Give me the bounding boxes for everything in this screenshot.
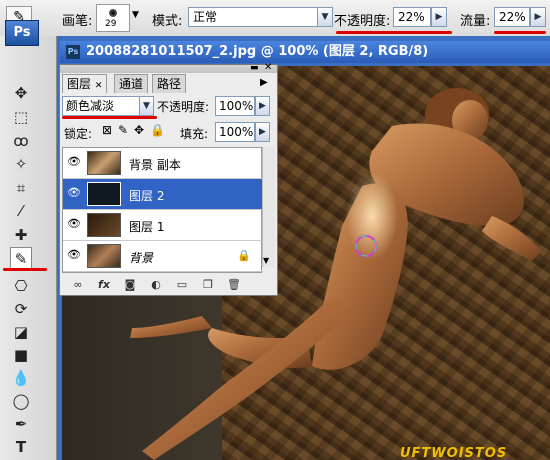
eraser-tool-icon[interactable]: ◪ [10, 321, 32, 343]
opacity-slider-button[interactable]: ▶ [431, 7, 447, 27]
ps-document-icon: Ps [66, 45, 80, 59]
brush-label: 画笔: [62, 14, 93, 29]
mode-dropdown-icon[interactable]: ▼ [317, 7, 333, 27]
layer-name: 图层 2 [129, 189, 165, 203]
gradient-tool-icon[interactable]: ■ [10, 344, 32, 366]
layer-row[interactable]: 👁 背景 副本 [63, 148, 263, 179]
options-bar: ✎ 画笔: 29 ▼ 模式: 正常 ▼ 不透明度: 22% ▶ 流量: 22% … [0, 0, 550, 37]
tab-layers-label: 图层 [67, 77, 92, 91]
layer-name: 背景 副本 [129, 158, 181, 172]
blend-mode-select[interactable]: 颜色减淡 [62, 96, 140, 116]
layer-thumbnail [87, 244, 121, 268]
link-layers-icon[interactable]: ∞ [70, 277, 86, 293]
layer-list: 👁 背景 副本 👁 图层 2 👁 图层 1 👁 背景 🔒 [62, 147, 263, 273]
magic-wand-tool-icon[interactable]: ✧ [10, 153, 32, 175]
layer-opacity-label: 不透明度: [157, 100, 210, 114]
blur-tool-icon[interactable]: 💧 [10, 367, 32, 389]
lock-position-icon[interactable]: ✥ [134, 123, 144, 137]
layer-opacity-value: 100% [219, 99, 254, 113]
brush-dot-icon [109, 9, 117, 17]
brush-tool-icon[interactable]: ✎ [10, 247, 32, 269]
flow-slider-button[interactable]: ▶ [530, 7, 546, 27]
brush-tool-highlight [3, 268, 47, 271]
blend-mode-highlight [62, 116, 157, 119]
eye-icon[interactable]: 👁 [67, 218, 81, 230]
fill-label: 填充: [180, 127, 209, 141]
move-tool-icon[interactable]: ✥ [10, 82, 32, 104]
eyedropper-tool-icon[interactable]: ⁄ [10, 200, 32, 222]
panel-close-icon[interactable]: ✕ [264, 62, 272, 73]
blend-mode-value: 颜色减淡 [66, 99, 115, 113]
eye-icon[interactable]: 👁 [67, 249, 81, 261]
blend-mode-dropdown-icon[interactable]: ▼ [139, 96, 154, 116]
flow-input[interactable]: 22% [494, 7, 530, 27]
mode-label: 模式: [152, 14, 183, 29]
opacity-label: 不透明度: [334, 14, 391, 29]
layer-row[interactable]: 👁 图层 1 [63, 210, 263, 241]
layer-style-icon[interactable]: fx [96, 277, 112, 293]
lasso-tool-icon[interactable]: ꝏ [10, 130, 32, 152]
tab-channels-label: 通道 [119, 77, 144, 91]
mode-value: 正常 [193, 10, 218, 24]
layer-thumbnail [87, 213, 121, 237]
new-layer-icon[interactable]: ❐ [200, 277, 216, 293]
mode-select[interactable]: 正常 [188, 7, 318, 27]
fill-value: 100% [219, 125, 254, 139]
brush-picker[interactable]: 29 [96, 4, 130, 32]
tab-paths-label: 路径 [157, 77, 182, 91]
layer-mask-icon[interactable]: ◙ [122, 277, 138, 293]
eye-icon[interactable]: 👁 [67, 156, 81, 168]
layers-panel: ▬ ✕ 图层 ✕ 通道 路径 ▶ 颜色减淡 ▼ 不透明度: 100% ▶ 锁定:… [59, 62, 278, 296]
layer-name: 图层 1 [129, 220, 165, 234]
delete-layer-icon[interactable]: 🗑 [226, 277, 242, 293]
lock-label: 锁定: [64, 127, 93, 141]
flow-highlight [494, 31, 546, 34]
layer-opacity-input[interactable]: 100% [215, 96, 255, 116]
scroll-down-icon[interactable]: ▼ [263, 256, 269, 265]
tab-channels[interactable]: 通道 [114, 74, 149, 93]
lock-image-icon[interactable]: ✎ [118, 123, 128, 137]
layer-thumbnail [87, 182, 121, 206]
layer-thumbnail [87, 151, 121, 175]
layer-name: 背景 [129, 251, 154, 265]
watermark: UFTWOISTOS [400, 446, 508, 460]
clone-stamp-tool-icon[interactable]: ⎔ [10, 275, 32, 297]
layer-opacity-slider-button[interactable]: ▶ [255, 96, 270, 116]
layer-row[interactable]: 👁 图层 2 [63, 179, 263, 210]
panel-header[interactable] [60, 65, 277, 73]
opacity-value: 22% [398, 10, 425, 24]
adjustment-layer-icon[interactable]: ◐ [148, 277, 164, 293]
opacity-input[interactable]: 22% [393, 7, 431, 27]
opacity-highlight [336, 31, 452, 34]
layers-scrollbar[interactable] [262, 147, 275, 267]
panel-minimize-icon[interactable]: ▬ [250, 63, 259, 73]
healing-brush-tool-icon[interactable]: ✚ [10, 224, 32, 246]
flow-value: 22% [499, 10, 526, 24]
flow-label: 流量: [460, 14, 491, 29]
new-group-icon[interactable]: ▭ [174, 277, 190, 293]
tab-layers[interactable]: 图层 ✕ [62, 74, 108, 93]
crop-tool-icon[interactable]: ⌗ [10, 177, 32, 199]
fill-slider-button[interactable]: ▶ [255, 122, 270, 142]
tab-paths[interactable]: 路径 [152, 74, 187, 93]
lock-icon: 🔒 [237, 249, 251, 262]
document-title: 20088281011507_2.jpg @ 100% (图层 2, RGB/8… [86, 44, 429, 59]
brush-size: 29 [105, 19, 117, 29]
panel-menu-icon[interactable]: ▶ [260, 77, 268, 88]
lock-transparency-icon[interactable]: ⊠ [102, 123, 112, 137]
layer-row[interactable]: 👁 背景 🔒 [63, 241, 263, 272]
pen-tool-icon[interactable]: ✒ [10, 413, 32, 435]
brush-dropdown-icon[interactable]: ▼ [132, 10, 139, 20]
history-brush-tool-icon[interactable]: ⟳ [10, 298, 32, 320]
lock-all-icon[interactable]: 🔒 [150, 123, 165, 137]
document-title-bar[interactable]: Ps 20088281011507_2.jpg @ 100% (图层 2, RG… [60, 41, 550, 63]
eye-icon[interactable]: 👁 [67, 187, 81, 199]
dodge-tool-icon[interactable]: ◯ [10, 390, 32, 412]
fill-input[interactable]: 100% [215, 122, 255, 142]
type-tool-icon[interactable]: T [10, 436, 32, 458]
tab-close-icon[interactable]: ✕ [95, 81, 103, 91]
marquee-tool-icon[interactable]: ⬚ [10, 106, 32, 128]
ps-logo: Ps [5, 20, 39, 46]
